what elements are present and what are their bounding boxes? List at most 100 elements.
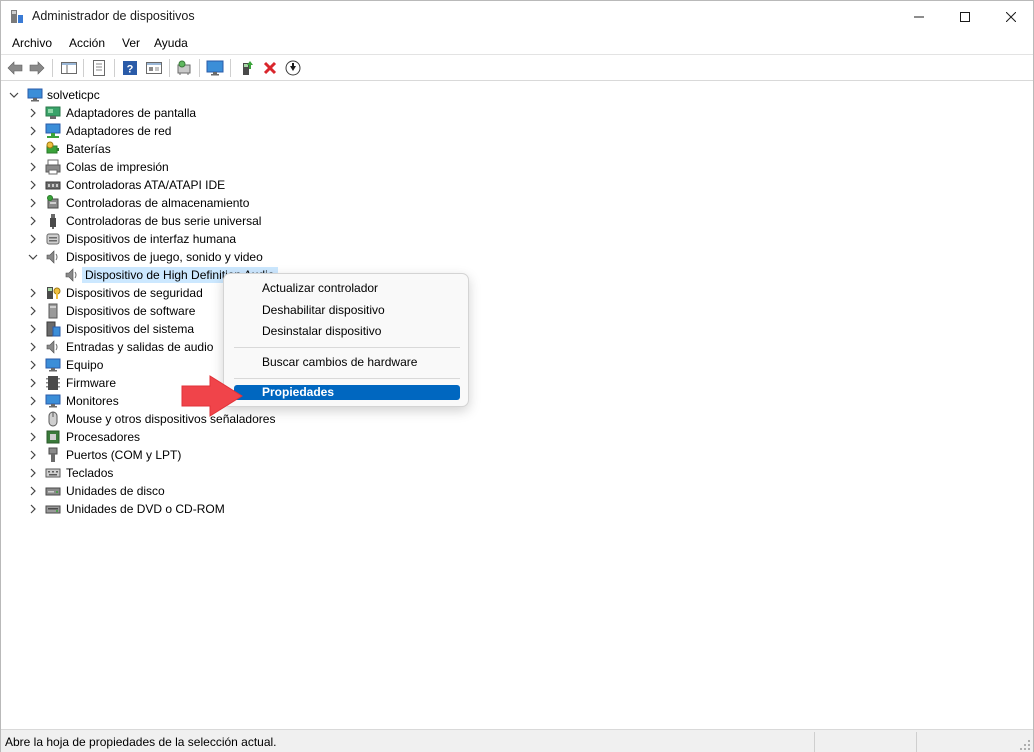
menu-item-disable-device[interactable]: Deshabilitar dispositivo [234, 301, 460, 319]
chevron-right-icon[interactable] [28, 504, 38, 514]
show-hide-console-tree-button[interactable] [59, 58, 79, 78]
tree-category-label: Adaptadores de pantalla [66, 106, 197, 120]
chevron-down-icon[interactable] [9, 90, 19, 100]
tree-category-node[interactable]: Teclados [1, 464, 401, 482]
maximize-button[interactable] [942, 1, 988, 32]
chevron-right-icon[interactable] [28, 198, 38, 208]
device-manager-window: Administrador de dispositivos Archivo Ac… [0, 0, 1034, 752]
tree-category-label: Dispositivos de interfaz humana [66, 232, 237, 246]
menu-ayuda[interactable]: Ayuda [154, 36, 188, 50]
disable-device-icon [285, 60, 301, 76]
tree-category-node[interactable]: Procesadores [1, 428, 401, 446]
tree-category-node[interactable]: Dispositivos de juego, sonido y video [1, 248, 401, 266]
disable-device-button[interactable] [283, 58, 303, 78]
properties-sheet-button[interactable] [89, 58, 109, 78]
chevron-right-icon[interactable] [28, 180, 38, 190]
help-button[interactable]: ? [120, 58, 140, 78]
chevron-right-icon[interactable] [28, 468, 38, 478]
tree-category-node[interactable]: Controladoras ATA/ATAPI IDE [1, 176, 401, 194]
toolbar-separator [52, 59, 53, 77]
back-icon [7, 61, 23, 75]
tree-root-label: solveticpc [47, 88, 100, 102]
menu-ver[interactable]: Ver [122, 36, 140, 50]
monitor-button[interactable] [205, 58, 225, 78]
monitor-icon [206, 60, 224, 76]
chevron-right-icon[interactable] [28, 306, 38, 316]
system-device-icon [46, 321, 61, 337]
update-driver-button[interactable] [237, 58, 257, 78]
menu-item-properties[interactable]: Propiedades [234, 385, 460, 400]
tree-root-node[interactable]: solveticpc [1, 86, 301, 104]
menu-item-update-driver[interactable]: Actualizar controlador [234, 279, 460, 297]
menu-item-scan-hardware[interactable]: Buscar cambios de hardware [234, 353, 460, 371]
menu-bar: Archivo Acción Ver Ayuda [1, 32, 1033, 54]
svg-text:?: ? [127, 64, 134, 76]
tree-category-node[interactable]: Unidades de DVD o CD-ROM [1, 500, 401, 518]
tree-category-label: Unidades de DVD o CD-ROM [66, 502, 225, 516]
chevron-right-icon[interactable] [28, 360, 38, 370]
chevron-right-icon[interactable] [28, 108, 38, 118]
chevron-right-icon[interactable] [28, 162, 38, 172]
tree-category-node[interactable]: Puertos (COM y LPT) [1, 446, 401, 464]
chevron-right-icon[interactable] [28, 288, 38, 298]
back-button[interactable] [5, 58, 25, 78]
speaker-icon [46, 340, 58, 354]
tree-category-label: Teclados [66, 466, 114, 480]
chevron-right-icon[interactable] [28, 432, 38, 442]
chevron-right-icon[interactable] [28, 144, 38, 154]
tree-category-label: Equipo [66, 358, 104, 372]
tree-category-node[interactable]: Adaptadores de pantalla [1, 104, 401, 122]
minimize-button[interactable] [896, 1, 942, 32]
printer-queue-icon [45, 159, 61, 175]
scan-hardware-button[interactable] [174, 58, 194, 78]
chevron-down-icon[interactable] [28, 252, 38, 262]
resize-grip-icon[interactable] [1019, 739, 1031, 751]
update-driver-icon [243, 61, 253, 75]
title-bar[interactable]: Administrador de dispositivos [1, 1, 1033, 32]
chevron-right-icon[interactable] [28, 414, 38, 424]
chevron-right-icon[interactable] [28, 378, 38, 388]
chevron-right-icon[interactable] [28, 396, 38, 406]
tree-category-label: Controladoras de bus serie universal [66, 214, 262, 228]
tree-category-label: Dispositivos de juego, sonido y video [66, 250, 263, 264]
help-icon: ? [123, 61, 137, 76]
tree-category-label: Colas de impresión [66, 160, 169, 174]
uninstall-device-button[interactable] [260, 58, 280, 78]
forward-icon [29, 61, 45, 75]
toolbar-separator [114, 59, 115, 77]
close-button[interactable] [988, 1, 1034, 32]
hid-icon [46, 233, 60, 245]
tree-category-node[interactable]: Dispositivos de interfaz humana [1, 230, 401, 248]
chevron-right-icon[interactable] [28, 450, 38, 460]
forward-button[interactable] [27, 58, 47, 78]
menu-archivo[interactable]: Archivo [12, 36, 52, 50]
tree-category-node[interactable]: Controladoras de almacenamiento [1, 194, 401, 212]
chevron-right-icon[interactable] [28, 486, 38, 496]
tree-category-label: Monitores [66, 394, 119, 408]
menu-separator [234, 347, 460, 348]
tree-category-node[interactable]: Colas de impresión [1, 158, 401, 176]
menu-accion[interactable]: Acción [69, 36, 105, 50]
menu-separator [234, 378, 460, 379]
tree-category-node[interactable]: Adaptadores de red [1, 122, 401, 140]
tree-category-label: Baterías [66, 142, 111, 156]
display-adapter-icon [45, 106, 61, 119]
status-separator [916, 732, 917, 752]
security-device-icon [47, 287, 61, 299]
port-icon [48, 447, 58, 462]
status-bar: Abre la hoja de propiedades de la selecc… [1, 729, 1033, 752]
tree-category-node[interactable]: Unidades de disco [1, 482, 401, 500]
tree-category-label: Dispositivos del sistema [66, 322, 195, 336]
chevron-right-icon[interactable] [28, 342, 38, 352]
firmware-icon [46, 376, 60, 390]
chevron-right-icon[interactable] [28, 216, 38, 226]
tree-category-node[interactable]: Controladoras de bus serie universal [1, 212, 401, 230]
disk-drive-icon [45, 487, 61, 496]
window-title: Administrador de dispositivos [32, 9, 195, 23]
view-button[interactable] [144, 58, 164, 78]
chevron-right-icon[interactable] [28, 234, 38, 244]
chevron-right-icon[interactable] [28, 126, 38, 136]
tree-category-node[interactable]: Baterías [1, 140, 401, 158]
menu-item-uninstall-device[interactable]: Desinstalar dispositivo [234, 322, 460, 340]
chevron-right-icon[interactable] [28, 324, 38, 334]
